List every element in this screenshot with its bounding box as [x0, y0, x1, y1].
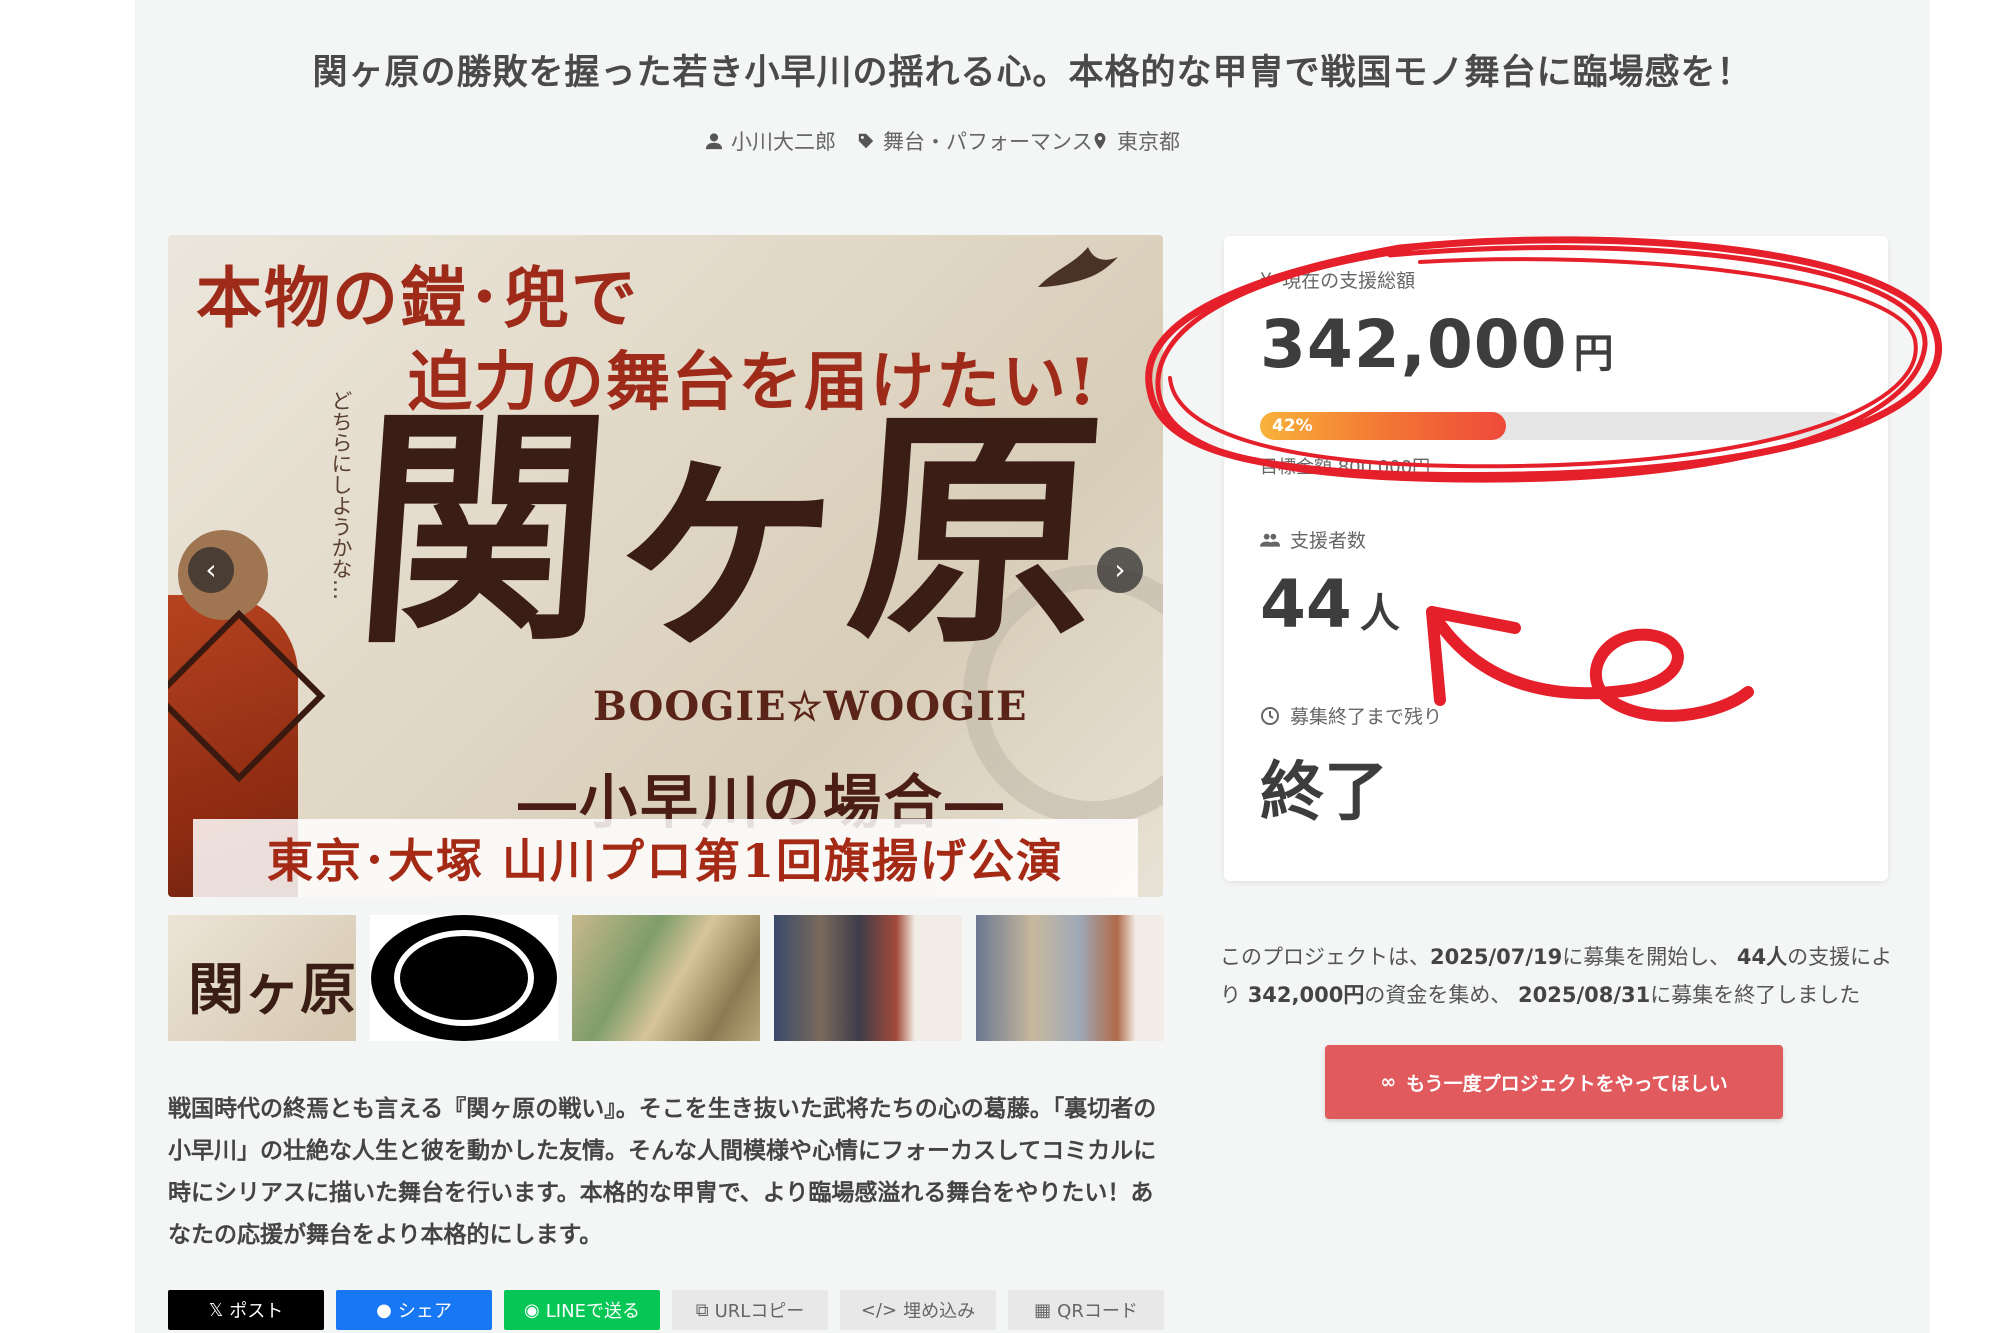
remaining-label-text: 募集終了まで残り — [1290, 706, 1443, 728]
backers-label: 支援者数 — [1260, 526, 1366, 553]
hero-side-text: どちらにしようかな… — [329, 390, 353, 600]
backers-label-text: 支援者数 — [1290, 530, 1367, 552]
request-again-label: もう一度プロジェクトをやってほしい — [1406, 1072, 1728, 1095]
share-x-button[interactable]: 𝕏 ポスト — [168, 1290, 324, 1330]
tag-icon — [858, 133, 874, 149]
amount-label-text: 現在の支援総額 — [1282, 270, 1416, 292]
crest-icon — [371, 915, 557, 1041]
chevron-left-icon: ‹ — [205, 553, 217, 586]
owner-name: 小川大二郎 — [731, 130, 836, 154]
thumb-armor-detail[interactable] — [976, 915, 1164, 1041]
remaining-value: 終了 — [1260, 756, 1388, 830]
owner-link[interactable]: 小川大二郎 — [705, 126, 836, 156]
infinity-icon: ∞ — [1380, 1071, 1397, 1093]
hero-subtitle: BOOGIE☆WOOGIE — [593, 683, 1028, 730]
summary-amount: 342,000円 — [1247, 983, 1365, 1007]
hero-bottom-text: 東京･大塚 山川プロ第1回旗揚げ公演 — [266, 834, 1065, 888]
hero-image[interactable]: 本物の鎧･兜で 迫力の舞台を届けたい! どちらにしようかな… 関ヶ原 BOOGI… — [168, 235, 1163, 897]
facebook-icon: ● — [376, 1299, 392, 1321]
chevron-right-icon: › — [1114, 553, 1126, 586]
summary-end-date: 2025/08/31 — [1518, 983, 1651, 1007]
share-facebook-label: シェア — [397, 1301, 452, 1322]
copy-url-label: URLコピー — [714, 1301, 805, 1322]
summary-suffix: に募集を終了しました — [1650, 983, 1861, 1007]
embed-label: 埋め込み — [903, 1301, 976, 1322]
funding-amount-unit: 円 — [1573, 331, 1615, 377]
request-again-button[interactable]: ∞ もう一度プロジェクトをやってほしい — [1325, 1045, 1783, 1119]
backers-count-value: 44 — [1260, 566, 1352, 643]
thumb-armor[interactable] — [774, 915, 962, 1041]
thumb-flyer-text: 関ヶ原 — [188, 957, 356, 1023]
share-x-label: ポスト — [229, 1301, 284, 1322]
summary-prefix: このプロジェクトは、 — [1220, 945, 1430, 969]
location-link[interactable]: 東京都 — [1091, 126, 1180, 156]
x-logo-icon: 𝕏 — [208, 1299, 224, 1321]
slide-next-button[interactable]: › — [1097, 547, 1143, 593]
summary-start-date: 2025/07/19 — [1430, 945, 1563, 969]
amount-label: ¥ 現在の支援総額 — [1260, 266, 1415, 293]
slide-prev-button[interactable]: ‹ — [188, 547, 234, 593]
embed-button[interactable]: </> 埋め込み — [840, 1290, 996, 1330]
project-description: 戦国時代の終焉とも言える『関ヶ原の戦い』。そこを生き抜いた武将たちの心の葛藤。「… — [168, 1096, 1157, 1248]
category-link[interactable]: 舞台・パフォーマンス — [857, 126, 1093, 156]
hero-main-title: 関ヶ原 — [347, 383, 1107, 677]
page-title: 関ヶ原の勝敗を握った若き小早川の揺れる心。本格的な甲冑で戦国モノ舞台に臨場感を！ — [312, 53, 1753, 93]
clock-icon — [1261, 706, 1279, 725]
project-summary: このプロジェクトは、2025/07/19に募集を開始し、 44人の支援により 3… — [1220, 938, 1910, 1014]
hero-bottom-band: 東京･大塚 山川プロ第1回旗揚げ公演 — [193, 819, 1138, 897]
qr-code-label: QRコード — [1057, 1301, 1138, 1322]
code-icon: </> — [860, 1299, 898, 1321]
thumb-battle-screen[interactable] — [572, 915, 760, 1041]
category-name: 舞台・パフォーマンス — [883, 130, 1093, 154]
thumb-crest[interactable] — [370, 915, 558, 1041]
hawk-illustration — [1038, 247, 1118, 287]
backers-count: 44 人 — [1260, 566, 1400, 643]
users-icon — [1260, 533, 1280, 547]
map-pin-icon — [1094, 132, 1106, 150]
thumb-flyer[interactable]: 関ヶ原 — [168, 915, 356, 1041]
yen-icon: ¥ — [1260, 268, 1273, 291]
funding-progress-fill: 42% — [1260, 412, 1507, 440]
funding-progress-bar: 42% — [1260, 412, 1846, 440]
share-bar: 𝕏 ポスト ● シェア ◉ LINEで送る ⧉ URLコピー </> 埋め込み ▦ QRコー… — [168, 1290, 1164, 1330]
share-line-label: LINEで送る — [545, 1301, 640, 1322]
share-facebook-button[interactable]: ● シェア — [336, 1290, 492, 1330]
summary-mid-3: の資金を集め、 — [1364, 983, 1519, 1007]
goal-amount: 目標金額 800,000円 — [1260, 457, 1431, 478]
share-line-button[interactable]: ◉ LINEで送る — [504, 1290, 660, 1330]
qr-code-button[interactable]: ▦ QRコード — [1008, 1290, 1164, 1330]
qr-icon: ▦ — [1034, 1299, 1052, 1321]
hero-line-1: 本物の鎧･兜で — [196, 259, 639, 337]
funding-amount: 342,000 円 — [1260, 306, 1615, 383]
user-icon — [705, 133, 723, 150]
location-name: 東京都 — [1117, 130, 1180, 154]
backers-count-unit: 人 — [1359, 591, 1400, 637]
funding-amount-value: 342,000 — [1260, 306, 1568, 383]
copy-url-button[interactable]: ⧉ URLコピー — [672, 1290, 828, 1330]
thumbnail-strip: 関ヶ原 — [168, 915, 1164, 1041]
funding-panel: ¥ 現在の支援総額 342,000 円 42% 目標金額 800,000円 支援者… — [1224, 236, 1888, 881]
progress-percent-label: 42% — [1272, 416, 1313, 436]
copy-icon: ⧉ — [695, 1299, 709, 1321]
remaining-label: 募集終了まで残り — [1260, 702, 1442, 729]
summary-backers: 44人 — [1736, 945, 1788, 969]
project-page: 関ヶ原の勝敗を握った若き小早川の揺れる心。本格的な甲冑で戦国モノ舞台に臨場感を！… — [135, 0, 1930, 1333]
summary-mid-1: に募集を開始し、 — [1562, 945, 1737, 969]
line-icon: ◉ — [524, 1299, 540, 1321]
